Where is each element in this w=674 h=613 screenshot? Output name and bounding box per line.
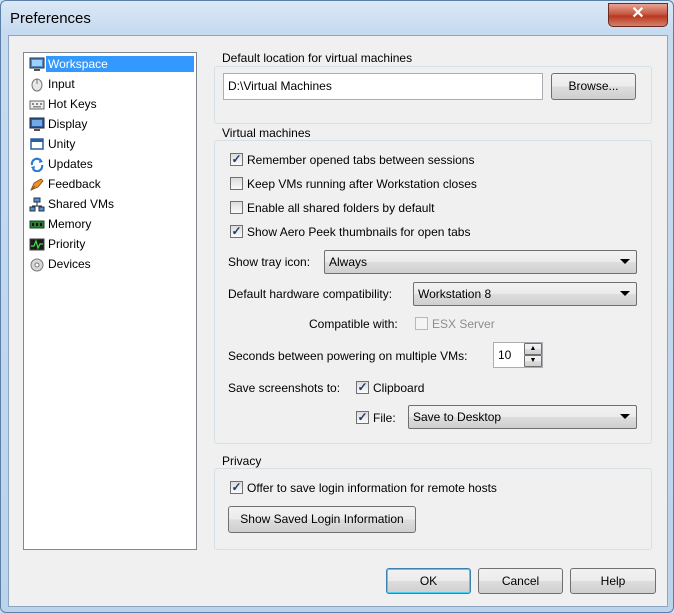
sidebar-item-label: Devices (48, 257, 91, 271)
sidebar-item-label: Unity (48, 137, 76, 151)
virtual-machines-group-label: Virtual machines (220, 126, 313, 140)
window-title: Preferences (10, 10, 91, 27)
hardware-compat-value: Workstation 8 (418, 287, 492, 301)
offer-save-login-label: Offer to save login information for remo… (247, 481, 497, 495)
esx-server-label: ESX Server (432, 317, 495, 331)
remember-tabs-checkbox[interactable]: ✓ (230, 153, 243, 166)
sidebar-item-display[interactable]: Display (26, 115, 194, 134)
tray-icon-label: Show tray icon: (228, 255, 311, 269)
sidebar-item-feedback[interactable]: Feedback (26, 175, 194, 194)
chevron-down-icon (620, 259, 630, 264)
devices-icon (30, 258, 44, 272)
stepper-down-button[interactable]: ▼ (524, 355, 542, 367)
chevron-down-icon (620, 291, 630, 296)
close-button[interactable]: ✕ (608, 3, 668, 27)
category-list[interactable]: Workspace Input Hot Keys Display Unity U… (23, 52, 197, 550)
privacy-group-label: Privacy (220, 454, 264, 468)
vm-location-field[interactable]: D:\Virtual Machines (223, 73, 543, 100)
file-destination-value: Save to Desktop (413, 410, 502, 424)
save-screenshots-label: Save screenshots to: (228, 381, 341, 395)
sidebar-item-priority[interactable]: Priority (26, 235, 194, 254)
clipboard-checkbox[interactable]: ✓ (356, 381, 369, 394)
chevron-down-icon (620, 414, 630, 419)
seconds-powering-label: Seconds between powering on multiple VMs… (228, 349, 468, 363)
sidebar-item-unity[interactable]: Unity (26, 135, 194, 154)
file-label: File: (373, 411, 396, 425)
sidebar-item-label: Workspace (46, 56, 194, 72)
display-icon (29, 117, 45, 131)
preferences-window: Preferences ✕ Workspace Input Hot Keys D… (0, 0, 674, 613)
sidebar-item-devices[interactable]: Devices (26, 255, 194, 274)
compatible-with-label: Compatible with: (309, 317, 398, 331)
sidebar-item-updates[interactable]: Updates (26, 155, 194, 174)
show-saved-login-button[interactable]: Show Saved Login Information (228, 506, 416, 533)
enable-shared-folders-label: Enable all shared folders by default (247, 201, 435, 215)
tray-icon-value: Always (329, 255, 368, 269)
tray-icon-select[interactable]: Always (324, 250, 637, 274)
aero-peek-label: Show Aero Peek thumbnails for open tabs (247, 225, 471, 239)
priority-icon (29, 238, 45, 251)
keyboard-icon (29, 100, 45, 110)
clipboard-label: Clipboard (373, 381, 425, 395)
seconds-powering-value: 10 (498, 348, 512, 362)
sidebar-item-workspace[interactable]: Workspace (26, 55, 194, 74)
keep-vms-running-checkbox[interactable] (230, 177, 243, 190)
hardware-compat-select[interactable]: Workstation 8 (413, 282, 637, 306)
cancel-button[interactable]: Cancel (478, 568, 563, 594)
memory-icon (29, 220, 45, 229)
remember-tabs-label: Remember opened tabs between sessions (247, 153, 475, 167)
updates-icon (30, 157, 44, 172)
sidebar-item-label: Feedback (48, 177, 101, 191)
sidebar-item-memory[interactable]: Memory (26, 215, 194, 234)
sidebar-item-hot-keys[interactable]: Hot Keys (26, 95, 194, 114)
workspace-icon (29, 57, 45, 71)
sidebar-item-label: Priority (48, 237, 86, 251)
shared-vms-icon (29, 197, 45, 212)
sidebar-item-label: Input (48, 77, 75, 91)
keep-vms-running-label: Keep VMs running after Workstation close… (247, 177, 477, 191)
sidebar-item-shared-vms[interactable]: Shared VMs (26, 195, 194, 214)
input-icon (31, 78, 43, 92)
sidebar-item-label: Display (48, 117, 88, 131)
help-button[interactable]: Help (570, 568, 656, 594)
sidebar-item-input[interactable]: Input (26, 75, 194, 94)
location-group-label: Default location for virtual machines (220, 51, 415, 65)
dialog-client: Workspace Input Hot Keys Display Unity U… (8, 35, 668, 607)
sidebar-item-label: Shared VMs (48, 197, 115, 211)
hardware-compat-label: Default hardware compatibility: (228, 287, 393, 301)
sidebar-item-label: Memory (48, 217, 92, 231)
unity-icon (30, 138, 44, 150)
feedback-icon (30, 178, 44, 191)
offer-save-login-checkbox[interactable]: ✓ (230, 481, 243, 494)
stepper-up-button[interactable]: ▲ (524, 343, 542, 355)
sidebar-item-label: Hot Keys (48, 97, 97, 111)
aero-peek-checkbox[interactable]: ✓ (230, 225, 243, 238)
file-destination-select[interactable]: Save to Desktop (408, 405, 637, 429)
ok-button[interactable]: OK (386, 568, 471, 594)
file-checkbox[interactable]: ✓ (356, 411, 369, 424)
sidebar-item-label: Updates (48, 157, 93, 171)
browse-button[interactable]: Browse... (551, 73, 636, 100)
enable-shared-folders-checkbox[interactable] (230, 201, 243, 214)
esx-server-checkbox (415, 317, 428, 330)
